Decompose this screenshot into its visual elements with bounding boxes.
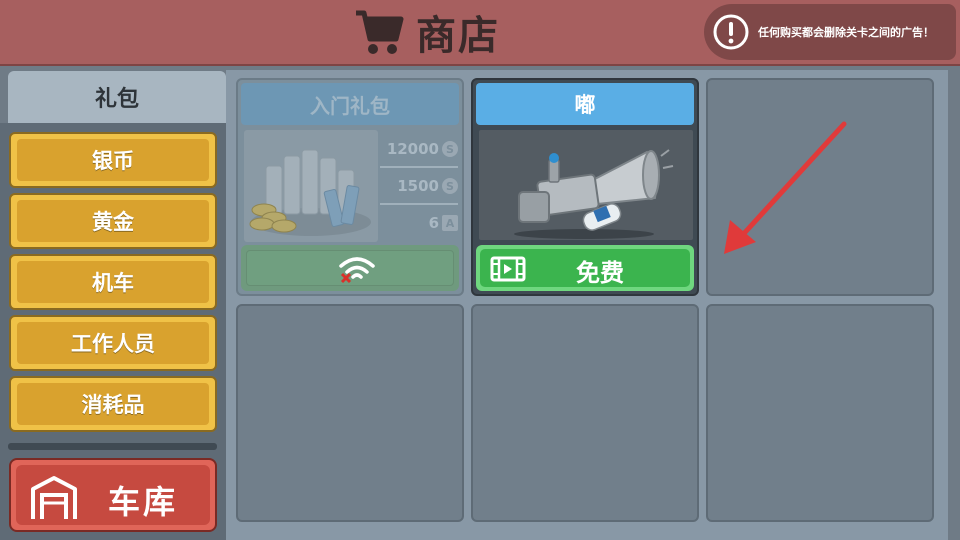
category-label: 机车 [17, 261, 209, 303]
card-title: 嘟 [476, 83, 694, 125]
gold-coin-icon: S [442, 178, 458, 194]
ad-notice-text: 任何购买都会删除关卡之间的广告！ [758, 26, 934, 39]
shop-card-horn: 嘟 免费 [471, 78, 699, 296]
silver-amount-row: 12000 S [380, 132, 458, 168]
horn-image [479, 130, 693, 240]
category-button-consumables[interactable]: 消耗品 [9, 376, 217, 432]
gold-amount: 1500 [397, 177, 439, 195]
ticket-icon: A [442, 215, 458, 231]
coin-pile-image [244, 130, 378, 242]
silver-coin-icon: S [442, 141, 458, 157]
sidebar-divider [8, 443, 217, 450]
coin-pile-icon [249, 149, 371, 236]
shop-card-starter-pack: 入门礼包 12000 S 1500 S 6 A [236, 78, 464, 296]
ticket-amount: 6 [428, 214, 439, 232]
pack-contents: 12000 S 1500 S 6 A [380, 130, 458, 242]
free-watch-ad-button[interactable]: 免费 [476, 245, 694, 291]
category-button-gold[interactable]: 黄金 [9, 193, 217, 249]
video-ad-icon [490, 256, 526, 282]
category-label: 工作人员 [17, 322, 209, 364]
category-button-staff[interactable]: 工作人员 [9, 315, 217, 371]
card-title: 入门礼包 [241, 83, 459, 125]
category-label: 黄金 [17, 200, 209, 242]
wifi-off-icon [339, 257, 375, 284]
offline-button-face [246, 250, 454, 286]
free-button-face: 免费 [480, 249, 690, 287]
garage-label: 车库 [108, 483, 179, 521]
garage-icon [31, 476, 77, 519]
title-group: 商店 [354, 6, 500, 59]
shopping-cart-icon [356, 10, 404, 54]
category-label: 银币 [17, 139, 209, 181]
air-horn-icon [514, 149, 674, 239]
free-label: 免费 [576, 259, 624, 287]
offline-purchase-button[interactable] [241, 245, 459, 291]
tab-gift-packs[interactable]: 礼包 [8, 71, 226, 123]
gold-amount-row: 1500 S [380, 169, 458, 205]
category-button-locomotive[interactable]: 机车 [9, 254, 217, 310]
tutorial-arrow-icon [724, 121, 847, 254]
ticket-amount-row: 6 A [380, 206, 458, 240]
silver-amount: 12000 [386, 140, 439, 158]
right-edge-strip [948, 66, 960, 540]
exclamation-icon [713, 14, 749, 50]
shop-card-empty-slot [471, 304, 699, 522]
ad-notice-banner: 任何购买都会删除关卡之间的广告！ [704, 4, 956, 60]
garage-button-face: 车库 [16, 465, 210, 525]
category-button-silver[interactable]: 银币 [9, 132, 217, 188]
shop-card-empty-slot [236, 304, 464, 522]
garage-button[interactable]: 车库 [9, 458, 217, 532]
page-title: 商店 [416, 13, 500, 59]
category-label: 消耗品 [17, 383, 209, 425]
shop-card-empty-slot [706, 304, 934, 522]
header-bar: 商店 任何购买都会删除关卡之间的广告！ [0, 0, 960, 66]
